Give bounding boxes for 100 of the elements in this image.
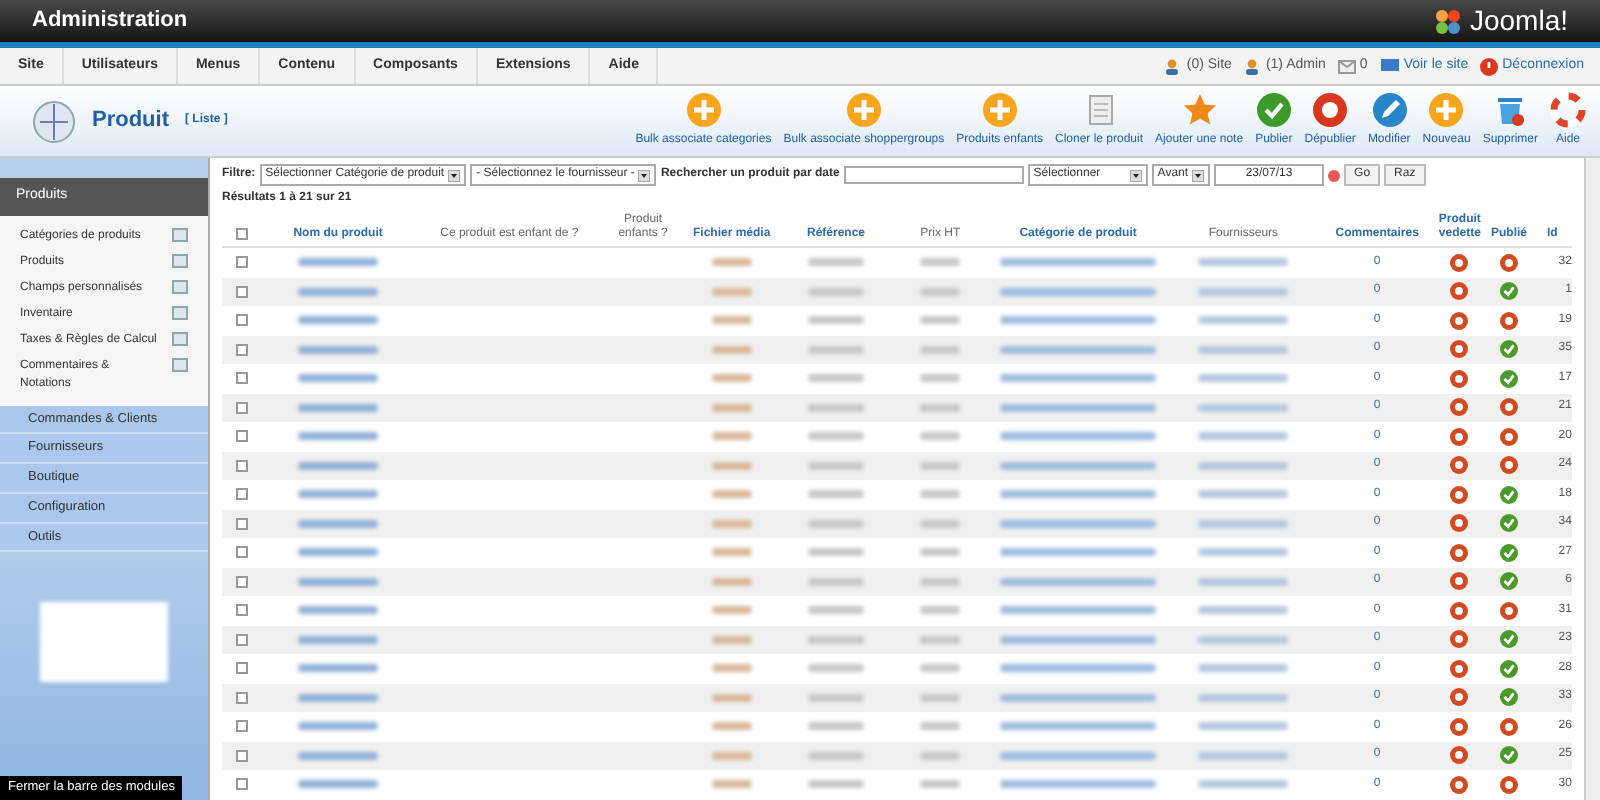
stop-circle-icon[interactable] — [1450, 311, 1469, 330]
blurred-text — [920, 519, 961, 528]
blurred-text — [711, 345, 752, 354]
checkbox[interactable] — [235, 633, 248, 646]
clear-icon[interactable] — [1328, 169, 1341, 181]
checkbox[interactable] — [235, 691, 248, 704]
blurred-text — [920, 345, 961, 354]
stop-circle-icon[interactable] — [1450, 253, 1469, 272]
dropdown-caret-icon[interactable] — [638, 169, 651, 181]
stop-circle-icon[interactable] — [1450, 746, 1469, 765]
dropdown-caret-icon[interactable] — [448, 169, 461, 181]
stop-circle-icon[interactable] — [1450, 601, 1469, 620]
blurred-text — [298, 664, 379, 673]
stop-circle-icon[interactable] — [1450, 398, 1469, 417]
blurred-text — [807, 374, 864, 383]
dropdown-caret-icon[interactable] — [1192, 169, 1205, 181]
stop-circle-icon[interactable] — [1450, 630, 1469, 649]
blurred-text — [711, 519, 752, 528]
checkbox[interactable] — [235, 343, 248, 356]
checkbox[interactable] — [235, 401, 248, 414]
stop-circle-icon[interactable] — [1450, 659, 1469, 678]
check-circle-icon[interactable] — [1500, 369, 1518, 388]
blurred-text — [1198, 432, 1289, 441]
stop-circle-icon[interactable] — [1450, 340, 1469, 359]
checkbox[interactable] — [235, 285, 248, 298]
search-field[interactable] — [843, 166, 1024, 184]
check-circle-icon[interactable] — [1500, 543, 1518, 562]
blurred-text — [807, 461, 864, 470]
stop-circle-icon[interactable] — [1500, 456, 1518, 475]
checkbox[interactable] — [235, 720, 248, 733]
blurred-text — [807, 548, 864, 557]
checkbox[interactable] — [235, 749, 248, 762]
blurred-text — [807, 577, 864, 586]
blurred-text — [711, 780, 752, 789]
stop-circle-icon[interactable] — [1450, 572, 1469, 591]
blurred-text — [807, 519, 864, 528]
checkbox[interactable] — [235, 488, 248, 501]
checkbox[interactable] — [235, 314, 248, 327]
blurred-text — [298, 432, 379, 441]
stop-circle-icon[interactable] — [1500, 427, 1518, 446]
blurred-text — [807, 432, 864, 441]
plus-circle-icon — [1428, 92, 1465, 128]
stop-circle-icon[interactable] — [1450, 543, 1469, 562]
blurred-text — [298, 519, 379, 528]
blurred-text — [711, 577, 752, 586]
blurred-text — [1198, 635, 1289, 644]
checkbox[interactable] — [235, 517, 248, 530]
blurred-text — [711, 693, 752, 702]
checkbox[interactable] — [235, 256, 248, 269]
stop-circle-icon[interactable] — [1500, 601, 1518, 620]
checkbox[interactable] — [235, 662, 248, 675]
blurred-text — [298, 606, 379, 615]
checkbox[interactable] — [235, 430, 248, 443]
stop-circle-icon[interactable] — [1500, 311, 1518, 330]
check-circle-icon[interactable] — [1500, 630, 1518, 649]
blurred-text — [298, 403, 379, 412]
checkbox[interactable] — [235, 575, 248, 588]
blurred-text — [920, 577, 961, 586]
blurred-text — [920, 461, 961, 470]
logout-icon — [1480, 57, 1499, 75]
blurred-text — [920, 722, 961, 731]
blurred-text — [920, 432, 961, 441]
stop-circle-icon[interactable] — [1450, 456, 1469, 475]
stop-circle-icon[interactable] — [1450, 427, 1469, 446]
checkbox[interactable] — [235, 459, 248, 472]
stop-circle-icon[interactable] — [1450, 485, 1469, 504]
checkbox[interactable] — [235, 778, 248, 791]
dropdown-caret-icon[interactable] — [1129, 169, 1142, 181]
check-circle-icon[interactable] — [1500, 514, 1518, 533]
checkbox[interactable] — [235, 546, 248, 559]
blurred-text — [920, 751, 961, 760]
stop-circle-icon[interactable] — [1450, 514, 1469, 533]
check-circle-icon[interactable] — [1500, 340, 1518, 359]
stop-circle-icon[interactable] — [1450, 688, 1469, 707]
blurred-text — [920, 693, 961, 702]
check-circle-icon[interactable] — [1500, 282, 1518, 301]
blurred-text — [711, 548, 752, 557]
check-circle-icon[interactable] — [1500, 485, 1518, 504]
stop-circle-icon[interactable] — [1500, 398, 1518, 417]
blurred-text — [1198, 693, 1289, 702]
checkbox[interactable] — [235, 228, 248, 240]
check-circle-icon[interactable] — [1500, 746, 1518, 765]
stop-circle-icon[interactable] — [1450, 369, 1469, 388]
blurred-text — [711, 751, 752, 760]
blurred-text — [298, 287, 379, 296]
stop-circle-icon[interactable] — [1450, 717, 1469, 736]
checkbox[interactable] — [235, 372, 248, 385]
stop-circle-icon[interactable] — [1500, 253, 1518, 272]
checkbox[interactable] — [235, 604, 248, 617]
stop-circle-icon[interactable] — [1450, 775, 1469, 794]
check-circle-icon[interactable] — [1500, 688, 1518, 707]
stop-circle-icon[interactable] — [1500, 775, 1518, 794]
check-circle-icon[interactable] — [1500, 572, 1518, 591]
stop-circle-icon[interactable] — [1450, 282, 1469, 301]
blurred-text — [711, 287, 752, 296]
stop-circle-icon[interactable] — [1500, 717, 1518, 736]
blurred-text — [1198, 606, 1289, 615]
check-circle-icon[interactable] — [1500, 659, 1518, 678]
blurred-text — [711, 432, 752, 441]
mail-icon — [1337, 59, 1356, 73]
